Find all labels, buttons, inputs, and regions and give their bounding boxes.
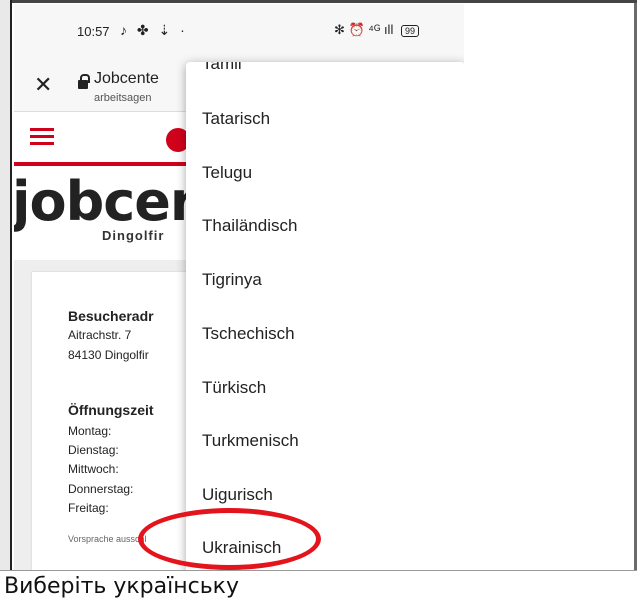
dropdown-option[interactable]: Türkisch (202, 378, 266, 398)
dropdown-option[interactable]: Tigrinya (202, 270, 262, 290)
city-text: 84130 Dingolfir (68, 348, 149, 362)
dropdown-option[interactable]: Tatarisch (202, 109, 270, 129)
left-border (0, 0, 12, 570)
phone-screen: 10:57 ♪ ✤ ⇣ · ✻ ⏰ ⁴ᴳ ıll 99 ✕ Jobcente a… (14, 4, 464, 570)
street-text: Aitrachstr. 7 (68, 328, 132, 342)
page-url: arbeitsagen (94, 92, 152, 104)
dropdown-option[interactable]: Thailändisch (202, 216, 297, 236)
dropdown-option[interactable]: Uigurisch (202, 485, 273, 505)
highlight-circle (138, 508, 321, 570)
signal-icon: ✻ ⏰ ⁴ᴳ ıll (334, 22, 394, 37)
dropdown-option[interactable]: Turkmenisch (202, 431, 299, 451)
menu-icon[interactable] (30, 128, 54, 146)
day-label: Donnerstag: (68, 482, 134, 496)
day-label: Dienstag: (68, 443, 119, 457)
opening-hours-heading: Öffnungszeit (68, 402, 154, 418)
top-border (0, 0, 637, 3)
visitor-address-heading: Besucheradr (68, 308, 154, 324)
dropdown-option[interactable]: Telugu (202, 163, 252, 183)
page-title: Jobcente (94, 70, 159, 87)
day-label: Freitag: (68, 501, 109, 515)
status-time: 10:57 (77, 24, 110, 39)
notification-icons: ♪ ✤ ⇣ · (120, 22, 188, 38)
site-logo[interactable]: jobcer (14, 170, 197, 233)
dropdown-option[interactable]: Tschechisch (202, 324, 295, 344)
site-subtitle: Dingolfir (102, 228, 165, 243)
language-dropdown[interactable]: Tamil Tatarisch Telugu Thailändisch Tigr… (186, 62, 464, 570)
day-label: Montag: (68, 424, 112, 438)
close-icon[interactable]: ✕ (34, 74, 52, 96)
instruction-caption: Виберіть українську (4, 574, 239, 599)
visit-note: Vorsprache ausschl (68, 534, 147, 544)
battery-icon: 99 (400, 24, 419, 37)
lock-icon (78, 74, 90, 89)
dropdown-option[interactable]: Tamil (202, 62, 242, 74)
status-bar: 10:57 ♪ ✤ ⇣ · ✻ ⏰ ⁴ᴳ ıll 99 (14, 4, 464, 50)
day-label: Mittwoch: (68, 462, 119, 476)
system-icons: ✻ ⏰ ⁴ᴳ ıll 99 (334, 22, 419, 38)
